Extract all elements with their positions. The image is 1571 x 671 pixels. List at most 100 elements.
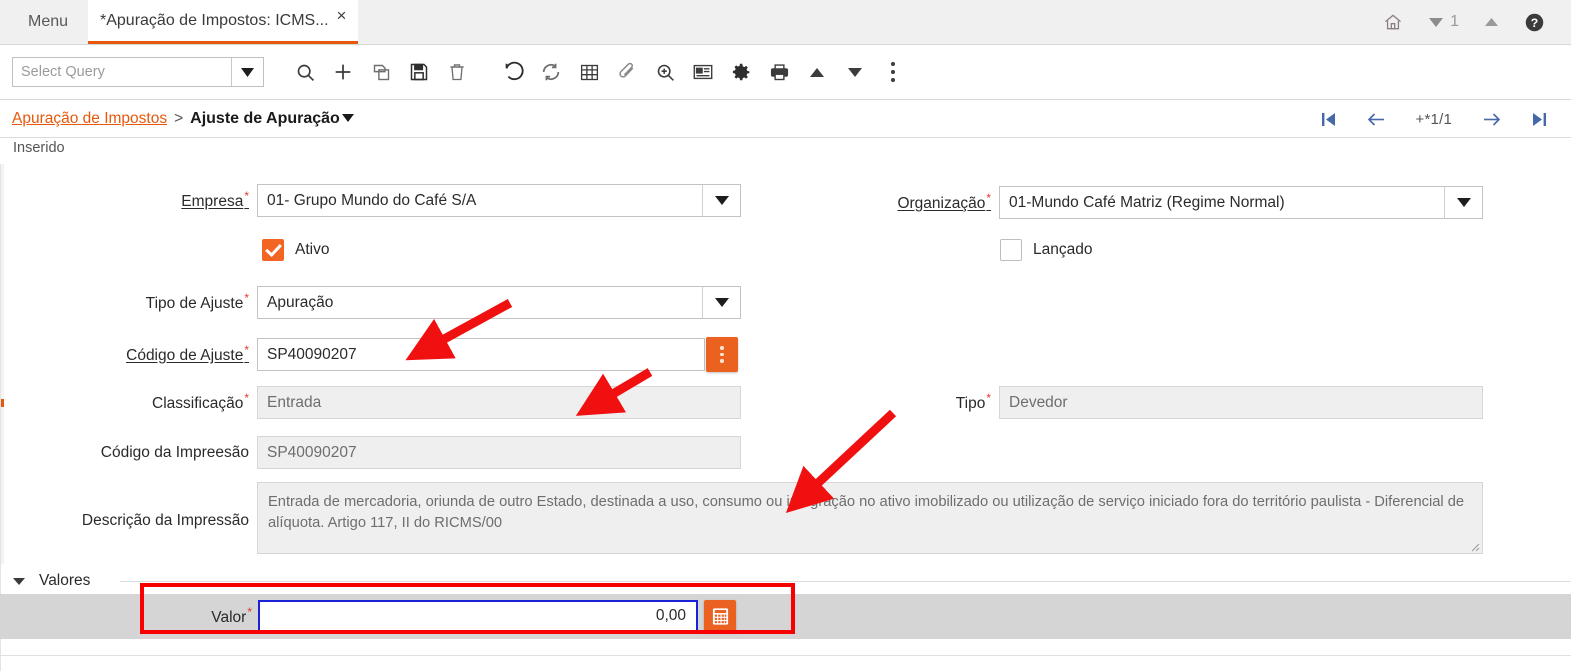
print-icon[interactable] <box>760 54 798 90</box>
select-query-combo[interactable] <box>12 57 264 87</box>
delete-icon[interactable] <box>438 54 476 90</box>
codigo-da-impressao-readonly-field: SP40090207 <box>257 436 741 469</box>
main-toolbar <box>0 45 1571 100</box>
window-controls: 1 ? <box>1383 0 1545 44</box>
breadcrumb-parent-link[interactable]: Apuração de Impostos <box>12 110 167 128</box>
empresa-select[interactable]: 01- Grupo Mundo do Café S/A <box>257 184 741 217</box>
classificacao-label: Classificação* <box>152 391 249 413</box>
required-marker: * <box>244 291 249 306</box>
breadcrumb-current: Ajuste de Apuração <box>190 109 340 127</box>
record-counter: +*1/1 <box>1415 110 1452 128</box>
field-row-codigo-de-ajuste: Código de Ajuste* SP40090207 <box>1 337 738 372</box>
codigo-de-ajuste-lookup-button[interactable] <box>706 337 738 372</box>
field-row-organizacao: Organização* 01-Mundo Café Matriz (Regim… <box>881 186 1483 219</box>
organizacao-value: 01-Mundo Café Matriz (Regime Normal) <box>1009 193 1285 211</box>
chevron-down-icon[interactable] <box>231 58 263 86</box>
field-row-classificacao: Classificação* Entrada <box>1 386 741 419</box>
select-query-input[interactable] <box>13 58 231 86</box>
add-icon[interactable] <box>324 54 362 90</box>
kebab-menu-icon[interactable] <box>874 54 912 90</box>
toolbar-icon-group <box>286 54 912 90</box>
descricao-da-impressao-textarea[interactable]: Entrada de mercadoria, oriunda de outro … <box>257 482 1483 554</box>
field-row-descricao-da-impressao: Descrição da Impressão Entrada de mercad… <box>1 482 1483 554</box>
chevron-down-icon[interactable] <box>1444 187 1482 218</box>
menu-button[interactable]: Menu <box>14 0 82 44</box>
save-icon[interactable] <box>400 54 438 90</box>
zoom-icon[interactable] <box>646 54 684 90</box>
empresa-label: Empresa* <box>181 189 249 211</box>
search-icon[interactable] <box>286 54 324 90</box>
lancado-label: Lançado <box>1033 241 1093 258</box>
valores-section-header: Valores <box>0 568 1571 594</box>
field-row-tipo: Tipo* Devedor <box>881 386 1483 419</box>
breadcrumb: Apuração de Impostos > Ajuste de Apuraçã… <box>0 100 1571 138</box>
field-row-valor: Valor* 0,00 <box>192 600 736 632</box>
window-number: 1 <box>1450 13 1459 30</box>
record-status: Inserido <box>13 140 65 156</box>
settings-icon[interactable] <box>722 54 760 90</box>
lancado-checkbox-row[interactable]: Lançado <box>1000 239 1092 261</box>
help-icon[interactable]: ? <box>1524 12 1545 33</box>
required-marker: * <box>244 189 249 204</box>
lancado-checkbox[interactable] <box>1000 239 1022 261</box>
tipo-label: Tipo* <box>955 391 991 413</box>
field-row-empresa: Empresa* 01- Grupo Mundo do Café S/A <box>1 184 741 217</box>
collapse-toggle-icon[interactable] <box>13 577 25 585</box>
descricao-da-impressao-value: Entrada de mercadoria, oriunda de outro … <box>268 494 1465 531</box>
status-bar: Inserido <box>0 138 1571 164</box>
first-record-icon[interactable] <box>1321 112 1337 127</box>
record-navigation: +*1/1 <box>1321 100 1547 138</box>
resize-grip-icon[interactable] <box>1468 540 1480 552</box>
grid-icon[interactable] <box>570 54 608 90</box>
arrow-up-icon[interactable] <box>798 54 836 90</box>
valor-input[interactable]: 0,00 <box>258 600 698 632</box>
tipo-readonly-field: Devedor <box>999 386 1483 419</box>
refresh-icon[interactable] <box>532 54 570 90</box>
codigo-de-ajuste-input[interactable]: SP40090207 <box>257 338 705 371</box>
tipo-de-ajuste-value: Apuração <box>267 293 334 311</box>
window-list-dropdown[interactable]: 1 <box>1429 13 1459 31</box>
tab-apuracao-de-impostos[interactable]: *Apuração de Impostos: ICMS... × <box>88 0 359 44</box>
required-marker: * <box>244 343 249 358</box>
ativo-checkbox-row[interactable]: Ativo <box>262 239 329 261</box>
ativo-label: Ativo <box>295 241 330 258</box>
tab-bar: Menu *Apuração de Impostos: ICMS... × 1 <box>0 0 1571 45</box>
valor-label: Valor* <box>211 604 252 627</box>
chevron-down-icon[interactable] <box>702 185 740 216</box>
copy-icon[interactable] <box>362 54 400 90</box>
ativo-checkbox[interactable] <box>262 239 284 261</box>
field-row-codigo-da-impressao: Código da Impreesão SP40090207 <box>1 436 741 469</box>
calculator-icon[interactable] <box>704 600 736 632</box>
required-marker: * <box>247 604 252 619</box>
chevron-down-icon[interactable] <box>702 287 740 318</box>
collapse-arrow-up-icon[interactable] <box>1485 18 1498 26</box>
svg-text:?: ? <box>1531 15 1538 29</box>
home-icon[interactable] <box>1383 12 1403 32</box>
tipo-de-ajuste-label: Tipo de Ajuste* <box>145 291 249 313</box>
section-divider <box>120 581 1571 582</box>
undo-icon[interactable] <box>494 54 532 90</box>
chevron-down-icon[interactable] <box>341 113 354 125</box>
bottom-divider <box>0 655 1571 656</box>
close-icon[interactable]: × <box>337 7 347 24</box>
organizacao-select[interactable]: 01-Mundo Café Matriz (Regime Normal) <box>999 186 1483 219</box>
required-marker: * <box>244 391 249 406</box>
report-icon[interactable] <box>684 54 722 90</box>
valores-section-title: Valores <box>39 572 91 589</box>
codigo-da-impressao-value: SP40090207 <box>267 443 357 461</box>
attachment-icon[interactable] <box>608 54 646 90</box>
arrow-down-icon[interactable] <box>836 54 874 90</box>
tipo-value: Devedor <box>1009 393 1068 411</box>
classificacao-value: Entrada <box>267 393 322 411</box>
field-row-tipo-de-ajuste: Tipo de Ajuste* Apuração <box>1 286 741 319</box>
organizacao-label: Organização* <box>897 191 991 213</box>
codigo-da-impressao-label: Código da Impreesão <box>100 443 249 461</box>
last-record-icon[interactable] <box>1531 112 1547 127</box>
previous-record-icon[interactable] <box>1367 112 1386 127</box>
required-marker: * <box>986 391 991 406</box>
classificacao-readonly-field: Entrada <box>257 386 741 419</box>
codigo-de-ajuste-label: Código de Ajuste* <box>126 343 249 365</box>
tipo-de-ajuste-select[interactable]: Apuração <box>257 286 741 319</box>
codigo-de-ajuste-value: SP40090207 <box>267 345 357 363</box>
next-record-icon[interactable] <box>1482 112 1501 127</box>
